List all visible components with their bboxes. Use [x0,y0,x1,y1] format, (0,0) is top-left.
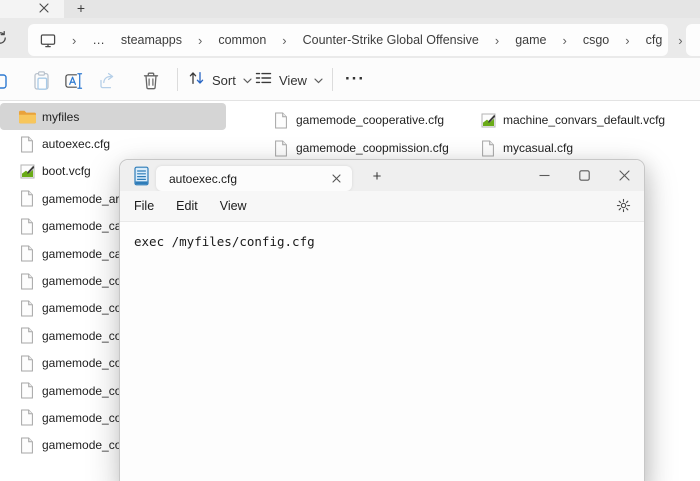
notepad-tab[interactable]: autoexec.cfg [156,166,352,191]
desktop: + › … steamapps › common › Counter-Strike Glob… [0,0,700,481]
copy-icon[interactable] [0,71,10,90]
breadcrumb[interactable]: › … steamapps › common › Counter-Strike Global… [28,24,683,56]
doc-icon [18,300,36,317]
doc-icon [18,382,36,399]
toolbar-separator [332,68,333,91]
doc-icon [18,409,36,426]
editor-text: exec /myfiles/config.cfg [134,234,315,249]
notepad-menu-file[interactable]: File [123,199,165,213]
close-button[interactable] [604,160,644,191]
breadcrumb-item-common[interactable]: common [218,33,266,47]
toolbar-separator [177,68,178,91]
notepad-title-bar[interactable]: autoexec.cfg + [120,160,644,191]
file-name: myfiles [42,109,80,124]
sort-icon [188,70,205,91]
doc-icon [18,355,36,372]
file-name: autoexec.cfg [42,137,111,152]
file-name: mycasual.cfg [503,141,574,155]
explorer-tab-close-icon[interactable] [36,0,52,16]
breadcrumb-chevron-icon: › [625,32,630,48]
minimize-button[interactable] [524,160,564,191]
more-options-button[interactable]: ··· [341,66,369,92]
doc-icon [18,218,36,235]
file-name: gamemode_coopmission.cfg [296,141,449,155]
file-item-mycasual-cfg[interactable]: mycasual.cfg [461,134,665,162]
notepad-app-icon [133,166,150,191]
sort-button[interactable]: Sort [184,68,256,92]
explorer-active-tab[interactable] [0,0,64,18]
vcfg-icon [18,164,36,179]
notepad-tab-title: autoexec.cfg [169,171,238,186]
explorer-header: › … steamapps › common › Counter-Strike Global… [0,18,700,58]
file-column-3: machine_convars_default.vcfg mycasual.cfg [461,106,665,162]
doc-icon [18,437,36,454]
breadcrumb-item-game[interactable]: game [515,33,546,47]
delete-icon[interactable] [141,71,161,90]
breadcrumb-item-counter-strike-global-offensive[interactable]: Counter-Strike Global Offensive [303,33,479,47]
doc-icon [18,190,36,207]
file-name: machine_convars_default.vcfg [503,113,666,127]
breadcrumb-chevron-icon: › [678,32,683,48]
breadcrumb-item-csgo[interactable]: csgo [583,33,609,47]
view-label: View [279,72,307,88]
doc-icon [18,245,36,262]
notepad-new-tab-button[interactable]: + [366,165,388,187]
rename-icon[interactable] [64,71,84,90]
file-column-2: gamemode_cooperative.cfg gamemode_coopmis… [254,106,449,162]
doc-icon [479,140,497,157]
breadcrumb-item-steamapps[interactable]: steamapps [121,33,182,47]
chevron-down-icon [314,71,323,89]
breadcrumb-overflow-button[interactable]: … [92,33,105,47]
file-item-autoexec-cfg[interactable]: autoexec.cfg [0,130,226,157]
sort-label: Sort [212,72,236,88]
view-button[interactable]: View [251,68,327,92]
notepad-menu-view[interactable]: View [209,199,258,213]
share-icon[interactable] [97,71,117,90]
settings-gear-icon[interactable] [616,198,631,218]
file-name: boot.vcfg [42,164,91,179]
refresh-icon[interactable] [0,30,8,46]
notepad-menu-bar: File Edit View [120,191,644,222]
folder-icon [18,109,36,124]
notepad-tab-close-icon[interactable] [328,170,344,186]
doc-icon [272,112,290,129]
doc-icon [18,273,36,290]
file-item-gamemode-coopmission-cfg[interactable]: gamemode_coopmission.cfg [254,134,449,162]
file-name: gamemode_cooperative.cfg [296,113,445,127]
vcfg-icon [479,113,497,128]
paste-icon[interactable] [31,71,51,90]
explorer-tab-bar: + [0,0,700,18]
explorer-toolbar: Sort View ··· [0,58,700,101]
doc-icon [18,136,36,153]
maximize-button[interactable] [564,160,604,191]
file-item-gamemode-cooperative-cfg[interactable]: gamemode_cooperative.cfg [254,106,449,134]
search-input[interactable] [686,24,700,56]
breadcrumb-item-cfg[interactable]: cfg [646,33,663,47]
file-item-myfiles[interactable]: myfiles [0,103,226,131]
doc-icon [18,327,36,344]
file-item-machine-convars-default-vcfg[interactable]: machine_convars_default.vcfg [461,106,665,134]
breadcrumb-chevron-icon: › [282,32,287,48]
doc-icon [272,140,290,157]
notepad-menu-edit[interactable]: Edit [165,199,209,213]
breadcrumb-chevron-icon: › [72,32,77,48]
breadcrumb-chevron-icon: › [198,32,203,48]
breadcrumb-chevron-icon: › [562,32,567,48]
view-icon [255,71,272,90]
breadcrumb-chevron-icon: › [494,32,500,48]
explorer-new-tab-button[interactable]: + [72,0,90,17]
notepad-editor[interactable]: exec /myfiles/config.cfg [120,222,644,481]
this-pc-icon[interactable] [40,33,56,48]
notepad-window: autoexec.cfg + File Edit View exec /myfi… [119,159,645,481]
